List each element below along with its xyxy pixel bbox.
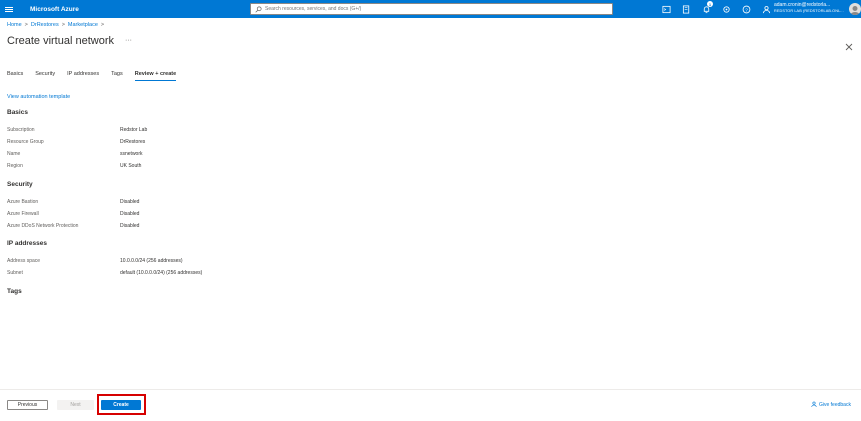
label-subscription: Subscription [7, 127, 35, 133]
label-region: Region [7, 163, 23, 169]
notification-badge: 1 [707, 1, 713, 7]
tab-ip-addresses[interactable]: IP addresses [67, 71, 99, 81]
next-button[interactable]: Next [57, 400, 94, 410]
section-title-ip-addresses: IP addresses [7, 240, 47, 247]
more-options-icon[interactable]: ··· [125, 37, 132, 44]
value-address-space: 10.0.0.0/24 (256 addresses) [120, 258, 183, 264]
label-azure-firewall: Azure Firewall [7, 211, 39, 217]
value-ddos-protection: Disabled [120, 223, 140, 229]
value-subnet: default (10.0.0.0/24) (256 addresses) [120, 270, 203, 276]
footer-divider [0, 389, 861, 390]
view-automation-template-link[interactable]: View automation template [7, 94, 70, 100]
feedback-person-icon[interactable] [760, 3, 772, 15]
give-feedback-link[interactable]: Give feedback [811, 401, 851, 409]
tab-review-create[interactable]: Review + create [134, 71, 177, 81]
close-icon[interactable] [845, 38, 853, 51]
account-info[interactable]: adam.cronin@redstorla... REDSTOR LAB (RE… [774, 2, 844, 14]
label-subnet: Subnet [7, 270, 23, 276]
search-input[interactable] [265, 6, 595, 12]
label-name: Name [7, 151, 21, 157]
wizard-tabs: Basics Security IP addresses Tags Review… [7, 71, 188, 81]
value-azure-firewall: Disabled [120, 211, 140, 217]
create-button[interactable]: Create [101, 400, 141, 410]
tab-basics[interactable]: Basics [7, 71, 23, 81]
avatar[interactable] [849, 3, 861, 15]
breadcrumb-drrestores[interactable]: DrRestores [31, 22, 59, 28]
label-azure-bastion: Azure Bastion [7, 199, 39, 205]
help-icon[interactable]: ? [740, 3, 752, 15]
section-title-basics: Basics [7, 109, 28, 116]
give-feedback-label: Give feedback [819, 402, 851, 408]
breadcrumb: Home > DrRestores > Marketplace > [7, 22, 104, 28]
directory-filter-icon[interactable] [680, 3, 692, 15]
value-region: UK South [120, 163, 142, 169]
feedback-icon [811, 401, 817, 409]
search-icon [255, 5, 262, 13]
value-azure-bastion: Disabled [120, 199, 140, 205]
settings-gear-icon[interactable] [720, 3, 732, 15]
global-search[interactable] [250, 3, 613, 15]
cloud-shell-icon[interactable] [660, 3, 672, 15]
tab-security[interactable]: Security [35, 71, 55, 81]
value-subscription: Redstor Lab [120, 127, 148, 133]
label-resource-group: Resource Group [7, 139, 44, 145]
brand-name[interactable]: Microsoft Azure [30, 6, 79, 13]
breadcrumb-separator: > [61, 22, 65, 28]
value-name: ssnetwork [120, 151, 143, 157]
breadcrumb-home[interactable]: Home [7, 22, 22, 28]
breadcrumb-separator: > [100, 22, 105, 28]
section-title-tags: Tags [7, 288, 22, 295]
tab-tags[interactable]: Tags [111, 71, 123, 81]
breadcrumb-separator: > [24, 22, 28, 28]
label-address-space: Address space [7, 258, 41, 264]
page-title: Create virtual network [7, 35, 114, 47]
value-resource-group: DrRestores [120, 139, 146, 145]
label-ddos-protection: Azure DDoS Network Protection [7, 223, 79, 229]
previous-button[interactable]: Previous [7, 400, 48, 410]
menu-icon[interactable] [0, 0, 18, 18]
notifications-icon[interactable]: 1 [700, 1, 713, 15]
breadcrumb-marketplace[interactable]: Marketplace [68, 22, 98, 28]
top-icons: 1 ? [660, 1, 772, 15]
section-title-security: Security [7, 181, 33, 188]
account-org: REDSTOR LAB (REDSTORLAB.ONL... [774, 9, 844, 13]
svg-text:?: ? [745, 7, 748, 12]
